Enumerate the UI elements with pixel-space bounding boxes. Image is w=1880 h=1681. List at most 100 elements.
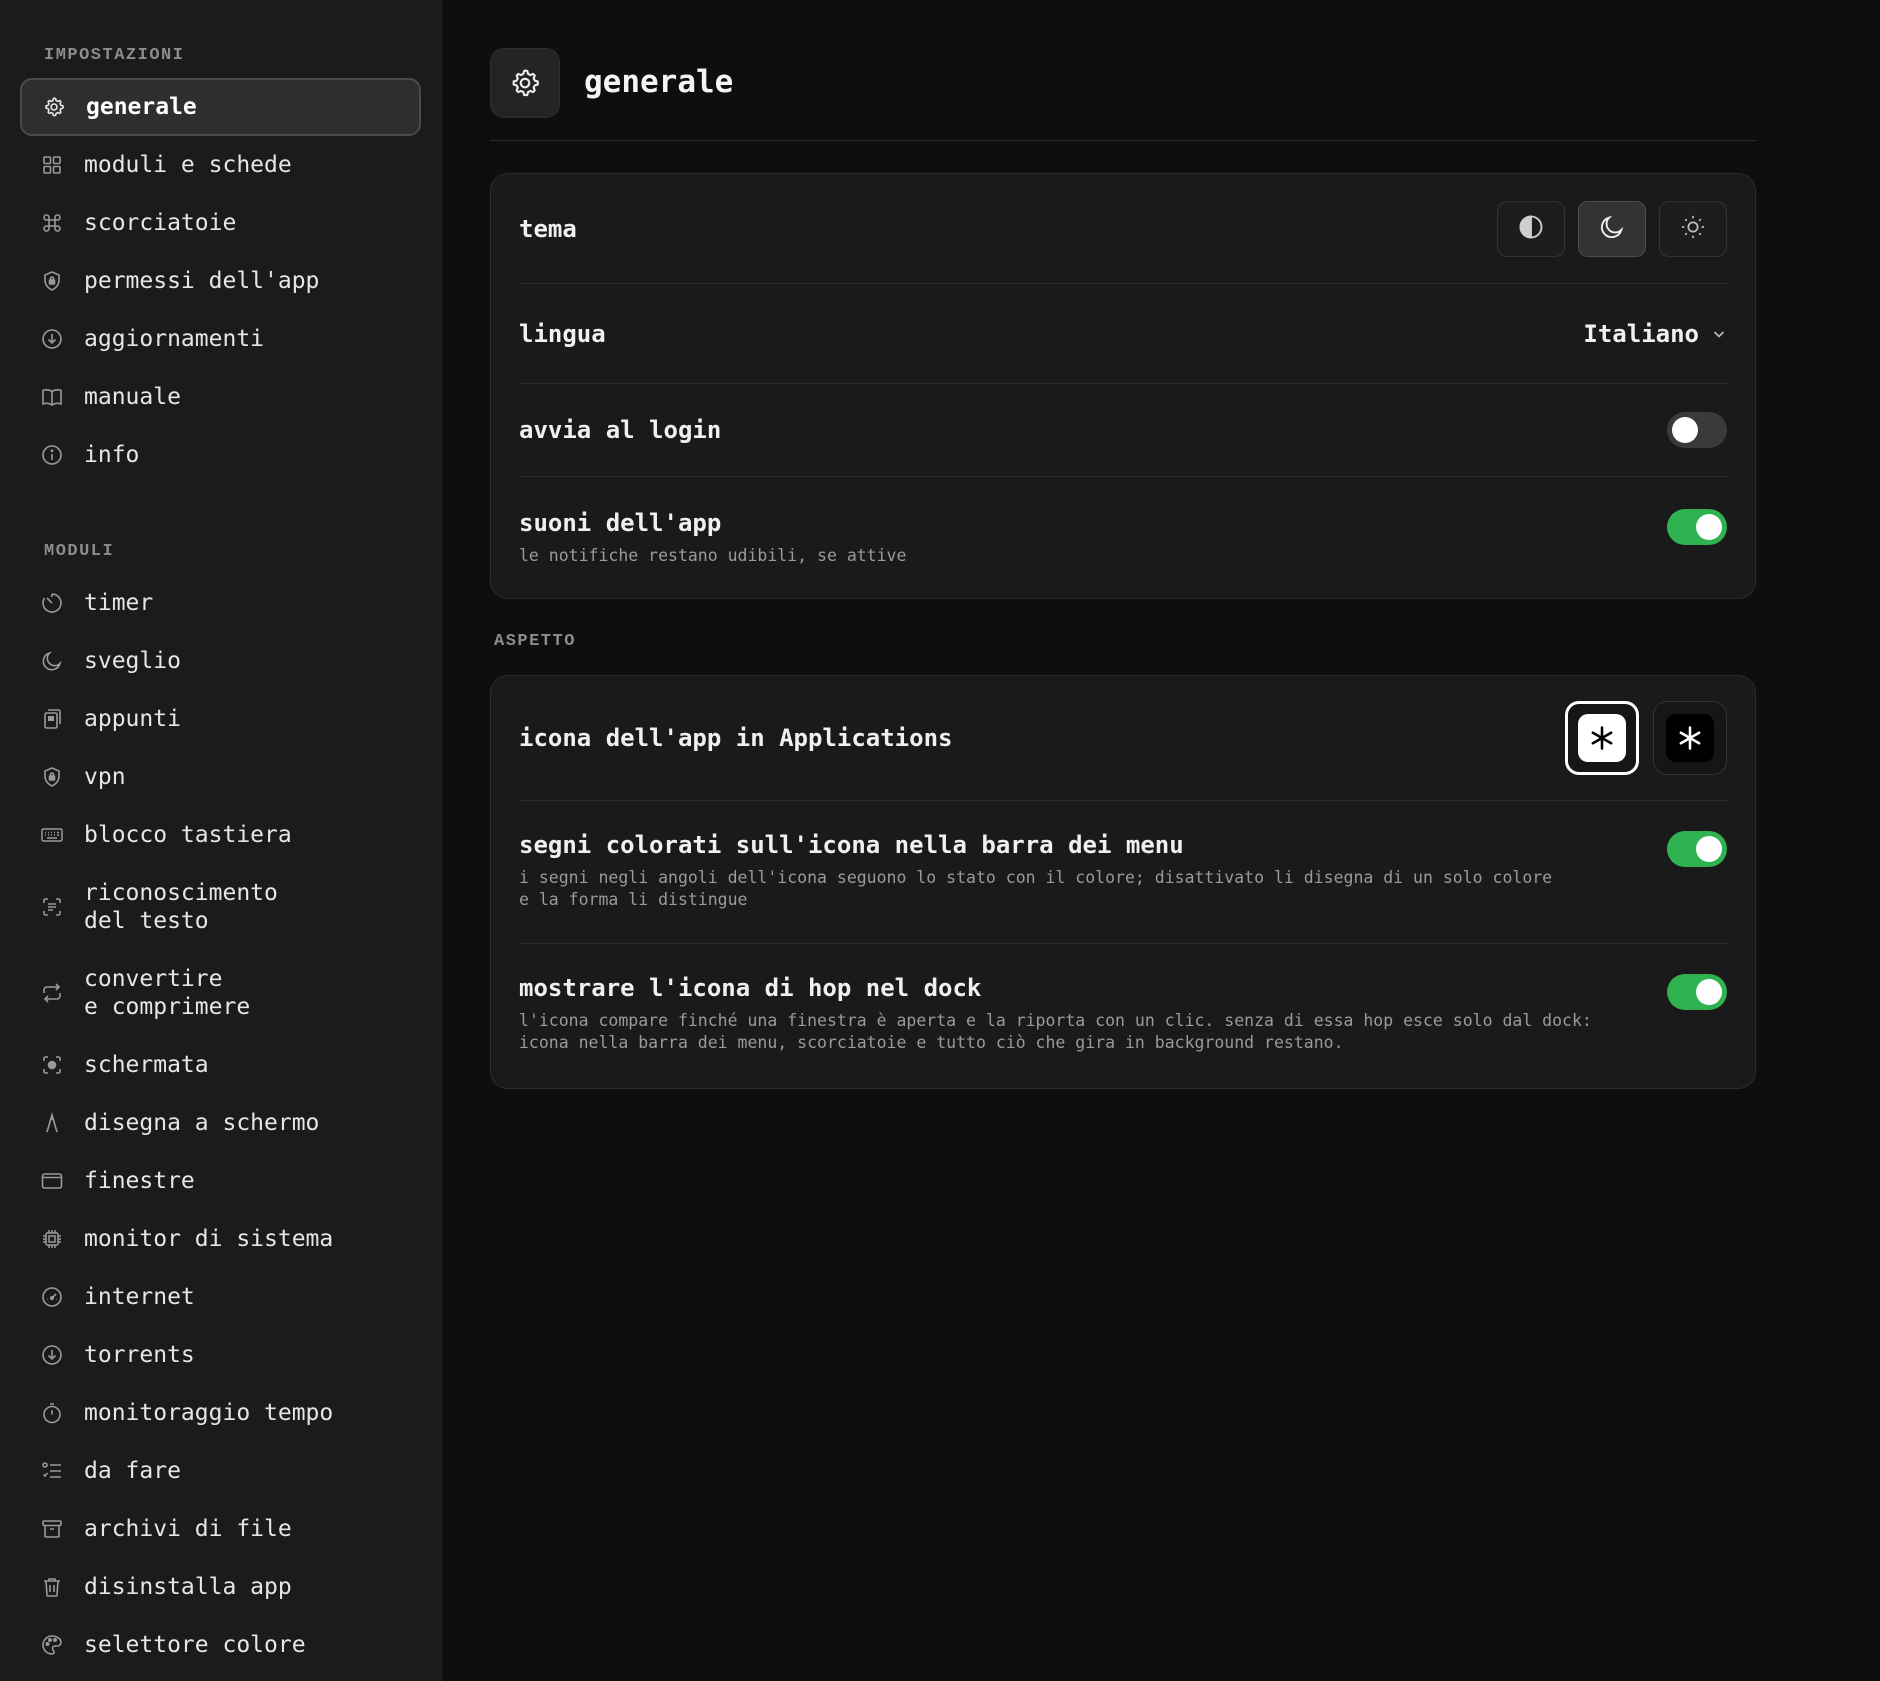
sounds-toggle[interactable] (1667, 509, 1727, 545)
sidebar-item-label: blocco tastiera (84, 822, 292, 848)
sidebar-item-disinstalla[interactable]: disinstalla app (20, 1558, 421, 1616)
setting-label: icona dell'app in Applications (519, 724, 953, 752)
cpu-icon (40, 1227, 64, 1251)
sidebar-item-torrents[interactable]: torrents (20, 1326, 421, 1384)
checklist-icon (40, 1459, 64, 1483)
dock-icon-toggle[interactable] (1667, 974, 1727, 1010)
sidebar-item-monitor-sistema[interactable]: monitor di sistema (20, 1210, 421, 1268)
sidebar-item-label: appunti (84, 706, 181, 732)
sidebar-item-label: scorciatoie (84, 210, 237, 236)
sidebar-item-blocco-tastiera[interactable]: blocco tastiera (20, 806, 421, 864)
toggle-knob (1696, 514, 1722, 540)
sidebar-item-internet[interactable]: internet (20, 1268, 421, 1326)
toggle-knob (1672, 417, 1698, 443)
setting-label: lingua (519, 319, 606, 348)
setting-description: le notifiche restano udibili, se attive (519, 546, 907, 565)
sidebar-item-label: riconoscimento del testo (84, 880, 278, 934)
setting-label: tema (519, 214, 577, 243)
sidebar-item-label: permessi dell'app (84, 268, 320, 294)
sidebar-item-label: monitor di sistema (84, 1226, 334, 1252)
theme-light-button[interactable] (1659, 200, 1727, 257)
sidebar-item-label: archivi di file (84, 1516, 292, 1542)
theme-dark-button[interactable] (1578, 200, 1646, 257)
asterisk-icon (1578, 714, 1626, 762)
setting-row-lingua: lingua Italiano (519, 284, 1727, 384)
moon-icon (40, 649, 64, 673)
sidebar-item-label: da fare (84, 1458, 181, 1484)
sidebar-item-label: convertire e comprimere (84, 966, 251, 1020)
sidebar-item-label: monitoraggio tempo (84, 1400, 334, 1426)
sidebar-item-label: disinstalla app (84, 1574, 292, 1600)
setting-row-suoni: suoni dell'app le notifiche restano udib… (519, 477, 1727, 599)
language-select[interactable]: Italiano (1583, 320, 1727, 348)
contrast-icon (1517, 213, 1545, 245)
login-toggle[interactable] (1667, 412, 1727, 448)
sidebar-item-archivi[interactable]: archivi di file (20, 1500, 421, 1558)
text-scan-icon (40, 895, 64, 919)
book-icon (40, 385, 64, 409)
screenshot-icon (40, 1053, 64, 1077)
settings-nav: generale moduli e schede scorciatoie per… (20, 78, 421, 484)
sidebar-item-finestre[interactable]: finestre (20, 1152, 421, 1210)
sidebar: IMPOSTAZIONI generale moduli e schede sc… (0, 0, 442, 1681)
setting-label: suoni dell'app (519, 509, 722, 537)
archive-icon (40, 1517, 64, 1541)
setting-row-tema: tema (519, 174, 1727, 284)
sidebar-item-disegna[interactable]: disegna a schermo (20, 1094, 421, 1152)
setting-text: suoni dell'app le notifiche restano udib… (519, 509, 906, 567)
sidebar-item-timer[interactable]: timer (20, 574, 421, 632)
language-value: Italiano (1583, 319, 1699, 348)
sidebar-item-aggiornamenti[interactable]: aggiornamenti (20, 310, 421, 368)
sun-icon (1679, 213, 1707, 245)
grid-icon (40, 153, 64, 177)
sidebar-item-label: sveglio (84, 648, 181, 674)
download-circle-icon (40, 327, 64, 351)
main-content: generale tema lingua Italiano avvia al l… (442, 0, 1880, 1681)
sidebar-item-schermata[interactable]: schermata (20, 1036, 421, 1094)
section-label-settings: IMPOSTAZIONI (44, 46, 185, 65)
sidebar-item-moduli-e-schede[interactable]: moduli e schede (20, 136, 421, 194)
trash-icon (40, 1575, 64, 1599)
sidebar-item-monitoraggio-tempo[interactable]: monitoraggio tempo (20, 1384, 421, 1442)
app-icon-option-dark[interactable] (1653, 701, 1727, 775)
sidebar-item-scorciatoie[interactable]: scorciatoie (20, 194, 421, 252)
download-circle-icon (40, 1343, 64, 1367)
speedometer-icon (40, 1285, 64, 1309)
section-label-aspetto: ASPETTO (494, 632, 576, 651)
sidebar-item-label: info (84, 442, 140, 468)
sidebar-item-da-fare[interactable]: da fare (20, 1442, 421, 1500)
sidebar-item-vpn[interactable]: vpn (20, 748, 421, 806)
page-header: generale (490, 48, 1756, 141)
sidebar-item-convertire[interactable]: convertire e comprimere (20, 950, 421, 1036)
sidebar-item-generale[interactable]: generale (20, 78, 421, 136)
sidebar-item-label: disegna a schermo (84, 1110, 320, 1136)
stopwatch-icon (40, 1401, 64, 1425)
sidebar-item-manuale[interactable]: manuale (20, 368, 421, 426)
setting-row-dock: mostrare l'icona di hop nel dock l'icona… (519, 944, 1727, 1088)
sidebar-item-label: schermata (84, 1052, 209, 1078)
app-icon-option-light[interactable] (1565, 701, 1639, 775)
sidebar-item-info[interactable]: info (20, 426, 421, 484)
toggle-knob (1696, 979, 1722, 1005)
sidebar-item-label: generale (86, 94, 197, 120)
shield-lock-icon (40, 765, 64, 789)
sidebar-item-permessi[interactable]: permessi dell'app (20, 252, 421, 310)
setting-description: i segni negli angoli dell'icona seguono … (519, 868, 1553, 909)
palette-icon (40, 1633, 64, 1657)
sidebar-item-appunti[interactable]: appunti (20, 690, 421, 748)
setting-row-icona: icona dell'app in Applications (519, 676, 1727, 801)
sidebar-item-riconoscimento-testo[interactable]: riconoscimento del testo (20, 864, 421, 950)
theme-auto-button[interactable] (1497, 200, 1565, 257)
sidebar-item-sveglio[interactable]: sveglio (20, 632, 421, 690)
app-icon-picker (1565, 701, 1727, 775)
colored-marks-toggle[interactable] (1667, 831, 1727, 867)
general-settings-card: tema lingua Italiano avvia al login suon… (490, 173, 1756, 599)
timer-icon (40, 591, 64, 615)
sidebar-item-label: selettore colore (84, 1632, 306, 1658)
setting-label: mostrare l'icona di hop nel dock (519, 974, 982, 1002)
sidebar-item-selettore-colore[interactable]: selettore colore (20, 1616, 421, 1674)
sidebar-item-label: vpn (84, 764, 126, 790)
setting-label: segni colorati sull'icona nella barra de… (519, 831, 1184, 859)
command-icon (40, 211, 64, 235)
